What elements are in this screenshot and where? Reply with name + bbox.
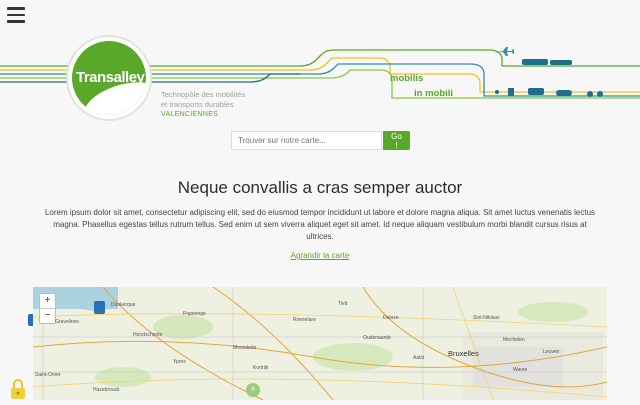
lock-icon[interactable] [10,378,26,400]
map-place: Kortrijk [253,365,269,371]
map-zoom-control: + − [39,293,56,324]
map-search: Go ! [231,131,410,150]
train-icon [522,59,572,65]
tagline-line2: et transports durables [161,100,234,109]
tagline-city: VALENCIENNES [161,111,219,118]
map-place: Oudenaarde [363,335,391,341]
map-place: Dunkerque [111,302,136,308]
slogan-line2: in mobili [414,88,454,99]
page-title: Neque convallis a cras semper auctor [177,178,463,197]
map-place: Deinze [383,315,399,321]
map-place: Tielt [338,301,348,307]
logo-wordmark: Transalley [76,69,145,86]
map-view[interactable]: + − 6 Dunkerque Gravelines Poperinge Moo… [33,287,607,400]
map-place: Moorslede [233,345,257,351]
search-go-button[interactable]: Go ! [383,131,410,150]
map-place: Saint-Omer [35,372,61,378]
map-place: Hazebrouck [93,387,120,393]
map-place: Leuven [543,349,560,355]
slogan-line1: mobilis [390,73,424,84]
map-place: Poperinge [183,311,206,317]
map-place: Bruxelles [448,349,479,358]
map-place: Wavre [513,367,528,373]
map-pin-icon[interactable] [94,301,105,314]
zoom-in-button[interactable]: + [40,294,55,309]
search-input[interactable] [231,131,382,150]
map-place: Ypres [173,359,186,365]
enlarge-map-container: Agrandir la carte [0,251,640,260]
zoom-out-button[interactable]: − [40,309,55,323]
logo-inner: Transalley [72,41,146,115]
enlarge-map-link[interactable]: Agrandir la carte [291,251,350,260]
map-cluster-marker[interactable]: 6 [246,383,260,397]
map-place: Hondschoote [133,332,163,338]
map-place: Mechelen [503,337,525,343]
tagline-line1: Technopôle des mobilités [161,90,246,99]
map-place: Gravelines [55,319,79,325]
transalley-logo[interactable]: Transalley [68,37,150,119]
intro-paragraph: Lorem ipsum dolor sit amet, consectetur … [44,208,596,241]
menu-hamburger-icon[interactable] [7,7,25,23]
map-place: Roeselare [293,317,316,323]
map-place: Sint-Niklaas [473,315,500,321]
map-side-tab[interactable] [28,314,33,326]
map-place: Aalst [413,355,425,361]
